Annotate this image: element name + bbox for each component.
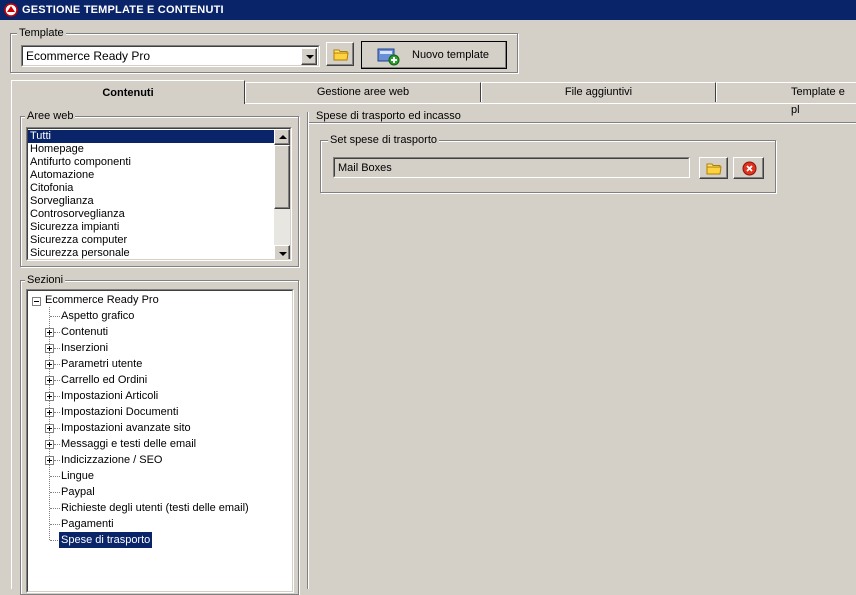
tree-item-lingue[interactable]: Lingue <box>61 468 94 484</box>
expand-icon[interactable] <box>45 344 54 353</box>
tab-contenuti[interactable]: Contenuti <box>11 80 245 104</box>
tree-connector <box>54 428 60 429</box>
tree-connector <box>54 332 60 333</box>
tab-file-aggiuntivi-label: File aggiuntivi <box>564 86 633 98</box>
expand-icon[interactable] <box>45 440 54 449</box>
list-item[interactable]: Automazione <box>28 169 275 182</box>
scroll-down-button[interactable] <box>274 245 290 259</box>
tree-root[interactable]: Ecommerce Ready Pro <box>45 292 159 308</box>
detail-group-label: Spese di trasporto ed incasso <box>314 110 463 122</box>
folder-icon <box>333 49 349 61</box>
spese-browse-button[interactable] <box>699 157 728 179</box>
tree-item-indicizzazione-seo[interactable]: Indicizzazione / SEO <box>61 452 163 468</box>
tree-item-richieste-utenti[interactable]: Richieste degli utenti (testi delle emai… <box>61 500 249 516</box>
tree-item-parametri-utente[interactable]: Parametri utente <box>61 356 142 372</box>
set-spese-label: Set spese di trasporto <box>328 134 440 146</box>
sezioni-tree[interactable]: Ecommerce Ready Pro Aspetto grafico Cont… <box>26 289 294 593</box>
chevron-down-icon <box>279 252 287 256</box>
template-browse-button[interactable] <box>326 42 354 66</box>
tab-gestione-aree-web-label: Gestione aree web <box>316 86 410 98</box>
list-item[interactable]: Sicurezza personale <box>28 247 275 259</box>
tree-item-impostazioni-avanzate[interactable]: Impostazioni avanzate sito <box>61 420 191 436</box>
expand-icon[interactable] <box>45 360 54 369</box>
tree-connector <box>50 540 58 541</box>
tree-connector <box>54 460 60 461</box>
new-template-label: Nuovo template <box>412 49 490 61</box>
tree-connector <box>54 396 60 397</box>
collapse-icon[interactable] <box>32 297 41 306</box>
detail-group-border <box>309 122 856 123</box>
tab-contenuti-label: Contenuti <box>102 87 154 99</box>
expand-icon[interactable] <box>45 392 54 401</box>
tree-item-impostazioni-articoli[interactable]: Impostazioni Articoli <box>61 388 158 404</box>
tree-connector <box>50 476 60 477</box>
tree-connector <box>54 364 60 365</box>
combo-dropdown-button[interactable] <box>301 48 317 65</box>
aree-web-scrollbar[interactable] <box>274 129 290 259</box>
list-item[interactable]: Sicurezza impianti <box>28 221 275 234</box>
template-combo-value: Ecommerce Ready Pro <box>26 49 151 63</box>
list-item[interactable]: Antifurto componenti <box>28 156 275 169</box>
tab-gestione-aree-web[interactable]: Gestione aree web <box>245 82 481 102</box>
splitter[interactable] <box>307 112 309 589</box>
template-group-label: Template <box>17 27 66 39</box>
aree-web-list[interactable]: Tutti Homepage Antifurto componenti Auto… <box>26 127 292 261</box>
tree-connector <box>54 412 60 413</box>
expand-icon[interactable] <box>45 456 54 465</box>
expand-icon[interactable] <box>45 328 54 337</box>
tree-connector <box>50 508 60 509</box>
tab-file-aggiuntivi[interactable]: File aggiuntivi <box>481 82 716 102</box>
tree-connector <box>54 348 60 349</box>
tree-item-aspetto-grafico[interactable]: Aspetto grafico <box>61 308 134 324</box>
title-bar: GESTIONE TEMPLATE E CONTENUTI <box>0 0 856 20</box>
spese-value-field[interactable]: Mail Boxes <box>333 157 690 178</box>
sezioni-label: Sezioni <box>25 274 66 286</box>
new-template-icon <box>377 48 400 66</box>
clear-icon <box>742 161 757 176</box>
list-item[interactable]: Sorveglianza <box>28 195 275 208</box>
new-template-button[interactable]: Nuovo template <box>361 41 507 69</box>
tree-connector <box>50 316 60 317</box>
folder-icon <box>706 163 722 175</box>
tree-connector <box>50 524 60 525</box>
list-item[interactable]: Tutti <box>28 130 275 143</box>
list-item[interactable]: Homepage <box>28 143 275 156</box>
tree-item-carrello-ordini[interactable]: Carrello ed Ordini <box>61 372 147 388</box>
spese-value: Mail Boxes <box>338 162 392 174</box>
window-title: GESTIONE TEMPLATE E CONTENUTI <box>22 4 224 16</box>
app-logo-icon <box>4 3 18 17</box>
tree-connector <box>54 380 60 381</box>
expand-icon[interactable] <box>45 376 54 385</box>
list-item[interactable]: Controsorveglianza <box>28 208 275 221</box>
expand-icon[interactable] <box>45 408 54 417</box>
list-item[interactable]: Sicurezza computer <box>28 234 275 247</box>
tree-item-messaggi-email[interactable]: Messaggi e testi delle email <box>61 436 196 452</box>
chevron-up-icon <box>279 135 287 139</box>
spese-clear-button[interactable] <box>733 157 764 179</box>
tree-connector <box>54 444 60 445</box>
tree-connector <box>50 492 60 493</box>
list-item[interactable]: Citofonia <box>28 182 275 195</box>
aree-web-label: Aree web <box>25 110 76 122</box>
tree-item-pagamenti[interactable]: Pagamenti <box>61 516 114 532</box>
expand-icon[interactable] <box>45 424 54 433</box>
chevron-down-icon <box>306 55 314 59</box>
scroll-up-button[interactable] <box>274 129 290 145</box>
tree-item-contenuti[interactable]: Contenuti <box>61 324 108 340</box>
scroll-thumb[interactable] <box>274 145 290 209</box>
tree-item-paypal[interactable]: Paypal <box>61 484 95 500</box>
tree-item-impostazioni-documenti[interactable]: Impostazioni Documenti <box>61 404 178 420</box>
tree-item-spese-trasporto[interactable]: Spese di trasporto <box>59 532 153 548</box>
tab-template-e-pl[interactable]: Template e pl <box>716 82 856 116</box>
template-combo[interactable]: Ecommerce Ready Pro <box>21 45 320 67</box>
tree-item-inserzioni[interactable]: Inserzioni <box>61 340 108 356</box>
